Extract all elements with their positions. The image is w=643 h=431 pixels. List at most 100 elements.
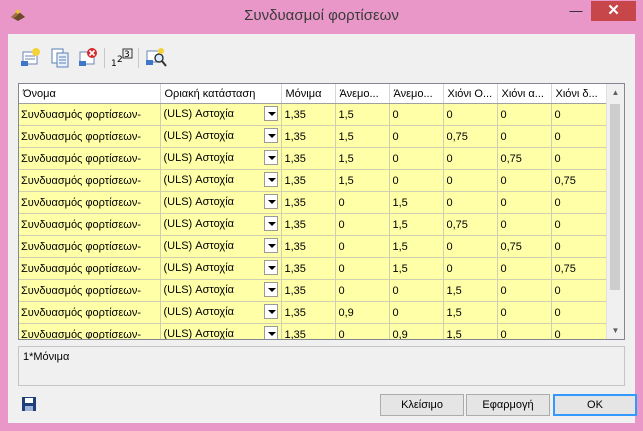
cell-snow-2[interactable]: 0 bbox=[497, 279, 552, 302]
table-row[interactable]: Συνδυασμός φορτίσεων- (ULS) Αστοχία 1,35 0 0… bbox=[19, 279, 607, 302]
cell-snow-1[interactable]: 0 bbox=[443, 257, 498, 280]
delete-icon[interactable] bbox=[76, 46, 100, 70]
cell-wind-1[interactable]: 1,5 bbox=[335, 169, 390, 192]
cell-name[interactable]: Συνδυασμός φορτίσεων- bbox=[19, 125, 161, 148]
table-row[interactable]: Συνδυασμός φορτίσεων- (ULS) Αστοχία 1,35 1,… bbox=[19, 125, 607, 148]
cell-wind-1[interactable]: 0 bbox=[335, 213, 390, 236]
close-button[interactable]: Κλείσιμο bbox=[380, 394, 464, 416]
cell-snow-2[interactable]: 0 bbox=[497, 169, 552, 192]
cell-permanent[interactable]: 1,35 bbox=[281, 257, 336, 280]
dropdown-arrow-icon[interactable] bbox=[263, 150, 278, 165]
cell-snow-3[interactable]: 0 bbox=[551, 191, 607, 214]
cell-snow-3[interactable]: 0 bbox=[551, 103, 607, 126]
limit-state-select[interactable]: (ULS) Αστοχία bbox=[164, 170, 281, 191]
cell-permanent[interactable]: 1,35 bbox=[281, 235, 336, 258]
column-header-permanent[interactable]: Μόνιμα bbox=[281, 84, 336, 104]
cell-snow-1[interactable]: 0 bbox=[443, 147, 498, 170]
combinations-grid[interactable]: Όνομα Οριακή κατάσταση Μόνιμα Άνεμο... Ά… bbox=[18, 83, 625, 340]
apply-button[interactable]: Εφαρμογή bbox=[466, 394, 550, 416]
cell-snow-3[interactable]: 0 bbox=[551, 125, 607, 148]
cell-name[interactable]: Συνδυασμός φορτίσεων- bbox=[19, 257, 161, 280]
cell-wind-1[interactable]: 0 bbox=[335, 323, 390, 339]
title-bar[interactable]: Συνδυασμοί φορτίσεων — ✕ bbox=[0, 0, 643, 34]
cell-name[interactable]: Συνδυασμός φορτίσεων- bbox=[19, 323, 161, 339]
cell-wind-1[interactable]: 0 bbox=[335, 191, 390, 214]
save-icon[interactable] bbox=[21, 396, 37, 412]
column-header-snow-3[interactable]: Χιόνι δ... bbox=[551, 84, 607, 104]
cell-wind-2[interactable]: 1,5 bbox=[389, 213, 444, 236]
limit-state-select[interactable]: (ULS) Αστοχία bbox=[164, 214, 281, 235]
cell-snow-2[interactable]: 0 bbox=[497, 213, 552, 236]
cell-snow-2[interactable]: 0,75 bbox=[497, 235, 552, 258]
cell-name[interactable]: Συνδυασμός φορτίσεων- bbox=[19, 235, 161, 258]
cell-permanent[interactable]: 1,35 bbox=[281, 191, 336, 214]
cell-wind-2[interactable]: 0 bbox=[389, 125, 444, 148]
dropdown-arrow-icon[interactable] bbox=[263, 282, 278, 297]
cell-limit-state[interactable]: (ULS) Αστοχία bbox=[160, 301, 282, 324]
cell-wind-2[interactable]: 0 bbox=[389, 147, 444, 170]
cell-name[interactable]: Συνδυασμός φορτίσεων- bbox=[19, 279, 161, 302]
cell-snow-1[interactable]: 0,75 bbox=[443, 213, 498, 236]
table-row[interactable]: Συνδυασμός φορτίσεων- (ULS) Αστοχία 1,35 0,… bbox=[19, 301, 607, 324]
cell-name[interactable]: Συνδυασμός φορτίσεων- bbox=[19, 301, 161, 324]
column-header-limit-state[interactable]: Οριακή κατάσταση bbox=[160, 84, 282, 104]
cell-wind-2[interactable]: 1,5 bbox=[389, 257, 444, 280]
cell-snow-3[interactable]: 0 bbox=[551, 323, 607, 339]
table-row[interactable]: Συνδυασμός φορτίσεων- (ULS) Αστοχία 1,35 0 0… bbox=[19, 323, 607, 339]
cell-wind-1[interactable]: 1,5 bbox=[335, 103, 390, 126]
table-row[interactable]: Συνδυασμός φορτίσεων- (ULS) Αστοχία 1,35 0 1… bbox=[19, 257, 607, 280]
cell-wind-2[interactable]: 0 bbox=[389, 169, 444, 192]
cell-snow-1[interactable]: 1,5 bbox=[443, 323, 498, 339]
cell-wind-1[interactable]: 1,5 bbox=[335, 147, 390, 170]
cell-permanent[interactable]: 1,35 bbox=[281, 323, 336, 339]
cell-snow-1[interactable]: 0,75 bbox=[443, 125, 498, 148]
cell-limit-state[interactable]: (ULS) Αστοχία bbox=[160, 103, 282, 126]
cell-limit-state[interactable]: (ULS) Αστοχία bbox=[160, 147, 282, 170]
cell-snow-3[interactable]: 0,75 bbox=[551, 257, 607, 280]
cell-permanent[interactable]: 1,35 bbox=[281, 279, 336, 302]
cell-wind-2[interactable]: 1,5 bbox=[389, 191, 444, 214]
cell-wind-1[interactable]: 1,5 bbox=[335, 125, 390, 148]
cell-name[interactable]: Συνδυασμός φορτίσεων- bbox=[19, 169, 161, 192]
dropdown-arrow-icon[interactable] bbox=[263, 216, 278, 231]
limit-state-select[interactable]: (ULS) Αστοχία bbox=[164, 126, 281, 147]
cell-permanent[interactable]: 1,35 bbox=[281, 147, 336, 170]
cell-snow-2[interactable]: 0 bbox=[497, 103, 552, 126]
dropdown-arrow-icon[interactable] bbox=[263, 238, 278, 253]
cell-name[interactable]: Συνδυασμός φορτίσεων- bbox=[19, 213, 161, 236]
dropdown-arrow-icon[interactable] bbox=[263, 128, 278, 143]
cell-limit-state[interactable]: (ULS) Αστοχία bbox=[160, 257, 282, 280]
cell-snow-3[interactable]: 0 bbox=[551, 235, 607, 258]
cell-wind-2[interactable]: 0 bbox=[389, 103, 444, 126]
cell-permanent[interactable]: 1,35 bbox=[281, 103, 336, 126]
scroll-down-arrow-icon[interactable]: ▼ bbox=[607, 322, 624, 339]
cell-limit-state[interactable]: (ULS) Αστοχία bbox=[160, 213, 282, 236]
cell-snow-3[interactable]: 0 bbox=[551, 301, 607, 324]
cell-wind-1[interactable]: 0 bbox=[335, 235, 390, 258]
cell-wind-1[interactable]: 0 bbox=[335, 257, 390, 280]
dropdown-arrow-icon[interactable] bbox=[263, 194, 278, 209]
cell-limit-state[interactable]: (ULS) Αστοχία bbox=[160, 279, 282, 302]
cell-snow-3[interactable]: 0,75 bbox=[551, 169, 607, 192]
cell-snow-2[interactable]: 0 bbox=[497, 301, 552, 324]
scroll-up-arrow-icon[interactable]: ▲ bbox=[607, 84, 624, 101]
column-header-snow-2[interactable]: Χιόνι α... bbox=[497, 84, 552, 104]
cell-wind-2[interactable]: 1,5 bbox=[389, 235, 444, 258]
scroll-thumb[interactable] bbox=[610, 104, 620, 290]
dropdown-arrow-icon[interactable] bbox=[263, 106, 278, 121]
table-row[interactable]: Συνδυασμός φορτίσεων- (ULS) Αστοχία 1,35 0 1… bbox=[19, 191, 607, 214]
limit-state-select[interactable]: (ULS) Αστοχία bbox=[164, 324, 281, 339]
add-combination-icon[interactable] bbox=[18, 46, 42, 70]
column-header-wind-1[interactable]: Άνεμο... bbox=[335, 84, 390, 104]
cell-snow-2[interactable]: 0 bbox=[497, 323, 552, 339]
cell-snow-3[interactable]: 0 bbox=[551, 147, 607, 170]
limit-state-select[interactable]: (ULS) Αστοχία bbox=[164, 104, 281, 125]
cell-permanent[interactable]: 1,35 bbox=[281, 301, 336, 324]
cell-name[interactable]: Συνδυασμός φορτίσεων- bbox=[19, 147, 161, 170]
cell-limit-state[interactable]: (ULS) Αστοχία bbox=[160, 323, 282, 339]
cell-snow-1[interactable]: 0 bbox=[443, 191, 498, 214]
cell-name[interactable]: Συνδυασμός φορτίσεων- bbox=[19, 191, 161, 214]
limit-state-select[interactable]: (ULS) Αστοχία bbox=[164, 148, 281, 169]
cell-snow-1[interactable]: 0 bbox=[443, 235, 498, 258]
table-row[interactable]: Συνδυασμός φορτίσεων- (ULS) Αστοχία 1,35 1,… bbox=[19, 169, 607, 192]
